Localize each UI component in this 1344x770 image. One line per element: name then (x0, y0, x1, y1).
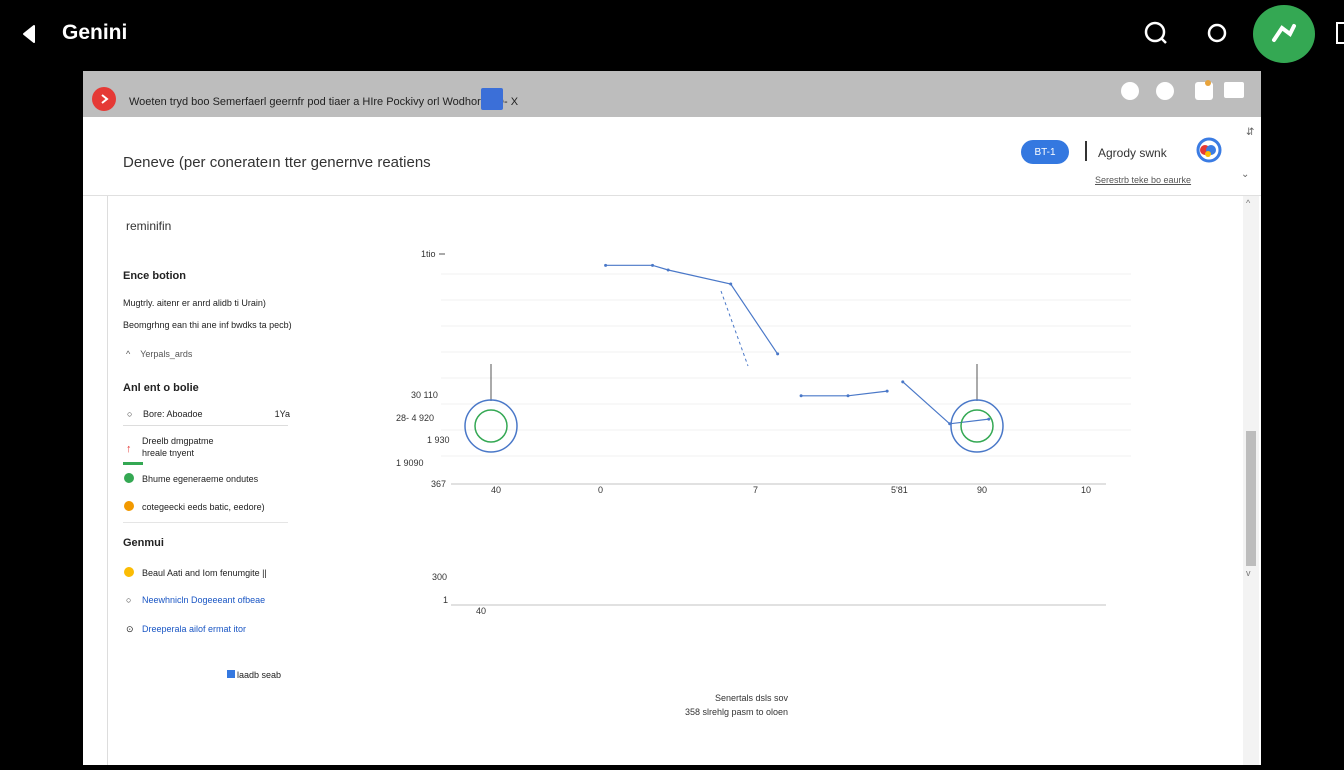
sidebar-text: Mugtrly. aitenr er anrd alidb ti Urain) (123, 298, 266, 308)
chat-icon[interactable] (1195, 80, 1213, 100)
header-sub-link[interactable]: Serestrb teke bo eaurke (1095, 175, 1191, 185)
account-label[interactable]: Agrody swnk (1098, 146, 1167, 160)
progress-bar (123, 462, 143, 465)
alert-icon: ↑ (126, 443, 132, 455)
marker-inner-ring (474, 409, 508, 443)
sort-icon: ⇵ (1246, 127, 1255, 138)
data-point (651, 263, 655, 267)
lower-y-tick-label: 1 (443, 595, 448, 605)
x-tick-label: 40 (491, 485, 501, 495)
sidebar-title: reminifin (126, 219, 172, 233)
search-icon[interactable] (1143, 20, 1169, 46)
chevron-down-icon[interactable]: ⌄ (1241, 169, 1249, 180)
divider (123, 522, 288, 523)
data-point (776, 352, 780, 356)
google-logo-icon[interactable] (1193, 135, 1223, 165)
mic-button[interactable] (1253, 5, 1315, 63)
sidebar-text: Beomgrhng ean thi ane inf bwdks ta pecb) (123, 320, 292, 330)
series-line (801, 390, 888, 397)
input-value: 1Ya (274, 409, 290, 419)
back-icon[interactable] (20, 24, 40, 44)
x-tick-label: 7 (753, 485, 758, 495)
sidebar: reminifin Ence botion Mugtrly. aitenr er… (107, 196, 312, 765)
y-tick-label: 28- 4 920 (396, 413, 434, 423)
square-icon (227, 670, 235, 678)
x-tick-label: 5'81 (891, 485, 908, 495)
line-chart: 1tio 30 110 28- 4 920 1 930 1 9090 367 40 0 7 5'8… (396, 249, 1131, 616)
marker-inner-ring (960, 409, 994, 443)
radio-icon: ○ (127, 409, 133, 419)
play-icon[interactable] (92, 87, 116, 111)
marker-ring (950, 399, 1004, 453)
window-title: Woeten tryd boo Semerfaerl geernfr pod t… (129, 96, 519, 108)
window-icon[interactable] (1224, 82, 1244, 98)
y-tick-label: 1tio (421, 249, 436, 259)
chart-footer-text: Senertals dsls sov (715, 693, 789, 703)
window-titlebar: Woeten tryd boo Semerfaerl geernfr pod t… (83, 71, 1261, 117)
data-point (901, 380, 905, 384)
list-item[interactable]: hreale tnyent (142, 448, 194, 458)
scrollbar[interactable]: ^ v (1243, 196, 1259, 765)
input-label: Bore: Aboadoe (143, 409, 203, 419)
data-point (666, 268, 670, 272)
refresh-icon[interactable] (1204, 20, 1230, 46)
bulb-icon (124, 567, 134, 577)
section-heading: Genmui (123, 537, 164, 549)
info-icon[interactable] (1121, 82, 1139, 100)
app-title: Genini (62, 21, 128, 44)
data-point (885, 389, 889, 393)
lower-x-tick-label: 40 (476, 606, 486, 616)
list-item[interactable]: Bhume egeneraeme ondutes (142, 474, 258, 484)
link-item[interactable]: Neewhnicln Dogeeeant ofbeae (142, 595, 265, 605)
check-icon (124, 473, 134, 483)
x-tick-label: 10 (1081, 485, 1091, 495)
y-tick-label: 1 9090 (396, 458, 424, 468)
mic-icon (1272, 24, 1296, 42)
share-icon[interactable] (1156, 82, 1174, 100)
settings-icon: ⊙ (126, 624, 134, 634)
scroll-down-icon[interactable]: v (1246, 568, 1251, 578)
marker-ring (464, 399, 518, 453)
section-heading: Anl ent o bolie (123, 382, 199, 394)
browser-window: Woeten tryd boo Semerfaerl geernfr pod t… (83, 71, 1261, 765)
x-tick-label: 90 (977, 485, 987, 495)
x-tick-label: 0 (598, 485, 603, 495)
page-heading: Deneve (per conerateın tter genernve rea… (123, 154, 431, 171)
new-tab-icon[interactable] (481, 88, 503, 110)
list-item[interactable]: cotegeecki eeds batic, eedore) (142, 502, 265, 512)
collapse-toggle[interactable]: ^ Yerpals_ards (126, 349, 192, 359)
overflow-icon[interactable] (1336, 20, 1344, 46)
list-item[interactable]: Beaul Aati and Iom fenumgite || (142, 568, 267, 578)
scrollbar-thumb[interactable] (1246, 431, 1256, 566)
warning-icon (124, 501, 134, 511)
y-tick-label: 1 930 (427, 435, 450, 445)
dashed-connector (720, 290, 749, 367)
y-tick-label: 30 110 (411, 390, 438, 400)
pill-button[interactable]: BT-1 (1021, 140, 1069, 164)
chart-footer-text: 358 slrehlg pasm to oloen (685, 707, 789, 717)
data-point (799, 394, 803, 398)
data-point (987, 417, 991, 421)
data-point (729, 282, 733, 286)
page-header: Deneve (per conerateın tter genernve rea… (83, 117, 1261, 196)
scroll-up-icon[interactable]: ^ (1246, 198, 1250, 208)
sidebar-footer[interactable]: laadb seab (237, 670, 281, 680)
link-icon: ○ (126, 595, 132, 605)
lower-y-tick-label: 300 (432, 572, 447, 582)
link-item[interactable]: Dreeperala ailof ermat itor (142, 624, 246, 634)
data-point (604, 263, 608, 267)
toggle-label: Yerpals_ards (140, 349, 193, 359)
data-point (846, 394, 850, 398)
series-line (605, 264, 779, 355)
divider (1085, 141, 1087, 161)
y-tick-label: 367 (431, 479, 446, 489)
series-line (902, 381, 989, 425)
list-item[interactable]: Dreelb dmgpatme (142, 436, 214, 446)
sidebar-input[interactable]: ○ Bore: Aboadoe 1Ya (123, 403, 290, 426)
main-content: 1tio 30 110 28- 4 920 1 930 1 9090 367 40 0 7 5'8… (311, 196, 1236, 765)
section-heading: Ence botion (123, 270, 186, 282)
